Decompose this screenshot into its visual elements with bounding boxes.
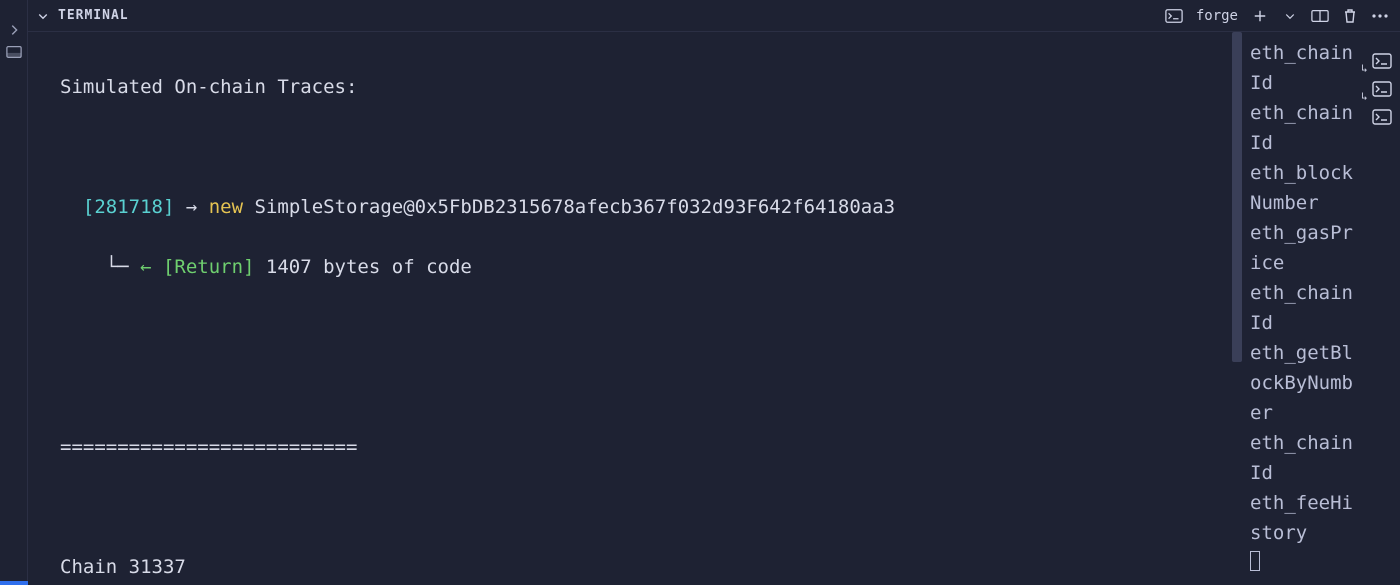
terminal-icon[interactable]: ↳ <box>1371 52 1393 70</box>
terminal-profile-label[interactable]: forge <box>1194 8 1240 24</box>
rpc-call: eth_chainId <box>1250 38 1360 98</box>
chevron-down-icon[interactable] <box>1280 6 1300 26</box>
rpc-call: eth_chainId <box>1250 428 1360 488</box>
trash-icon[interactable] <box>1340 6 1360 26</box>
terminal-icon[interactable]: ↳ <box>1371 80 1393 98</box>
status-bar-accent <box>0 581 28 585</box>
rpc-call: eth_chainId <box>1250 98 1360 158</box>
rpc-call: eth_blockNumber <box>1250 158 1360 218</box>
scrollbar-thumb[interactable] <box>1232 32 1242 362</box>
chevron-down-icon[interactable] <box>36 9 50 23</box>
trace-target: SimpleStorage@0x5FbDB2315678afecb367f032… <box>243 196 895 218</box>
trace-new-keyword: new <box>209 196 243 218</box>
trace-gas: [281718] <box>83 196 175 218</box>
chain-line: Chain 31337 <box>60 556 186 578</box>
secondary-terminal-cursor <box>1250 551 1260 571</box>
left-gutter <box>0 0 28 585</box>
more-icon[interactable] <box>1370 6 1390 26</box>
terminal-panel-header: TERMINAL forge <box>28 0 1400 32</box>
traces-header: Simulated On-chain Traces: <box>60 76 357 98</box>
trace-arrow: → <box>174 196 208 218</box>
return-label: [Return] <box>163 256 255 278</box>
rpc-call: eth_chainId <box>1250 278 1360 338</box>
right-gutter: ↳ ↳ <box>1364 32 1400 585</box>
rpc-call: eth_gasPrice <box>1250 218 1360 278</box>
return-tail: 1407 bytes of code <box>254 256 471 278</box>
terminal-scrollbar[interactable] <box>1230 32 1244 585</box>
secondary-terminal-output[interactable]: eth_chainId eth_chainId eth_blockNumber … <box>1244 32 1364 585</box>
terminal-profile-icon[interactable] <box>1164 6 1184 26</box>
new-terminal-button[interactable] <box>1250 6 1270 26</box>
split-terminal-button[interactable] <box>1310 6 1330 26</box>
terminal-output[interactable]: Simulated On-chain Traces: [281718] → ne… <box>28 32 1230 585</box>
layout-icon[interactable] <box>5 44 23 60</box>
terminal-icon[interactable] <box>1371 108 1393 126</box>
rpc-call: eth_feeHistory <box>1250 488 1360 548</box>
chevron-right-icon[interactable] <box>5 22 23 38</box>
return-arrow: ← <box>140 256 163 278</box>
return-prefix: └─ <box>60 256 140 278</box>
divider: ========================== <box>60 436 357 458</box>
panel-title: TERMINAL <box>58 8 129 23</box>
rpc-call: eth_getBlockByNumber <box>1250 338 1360 428</box>
